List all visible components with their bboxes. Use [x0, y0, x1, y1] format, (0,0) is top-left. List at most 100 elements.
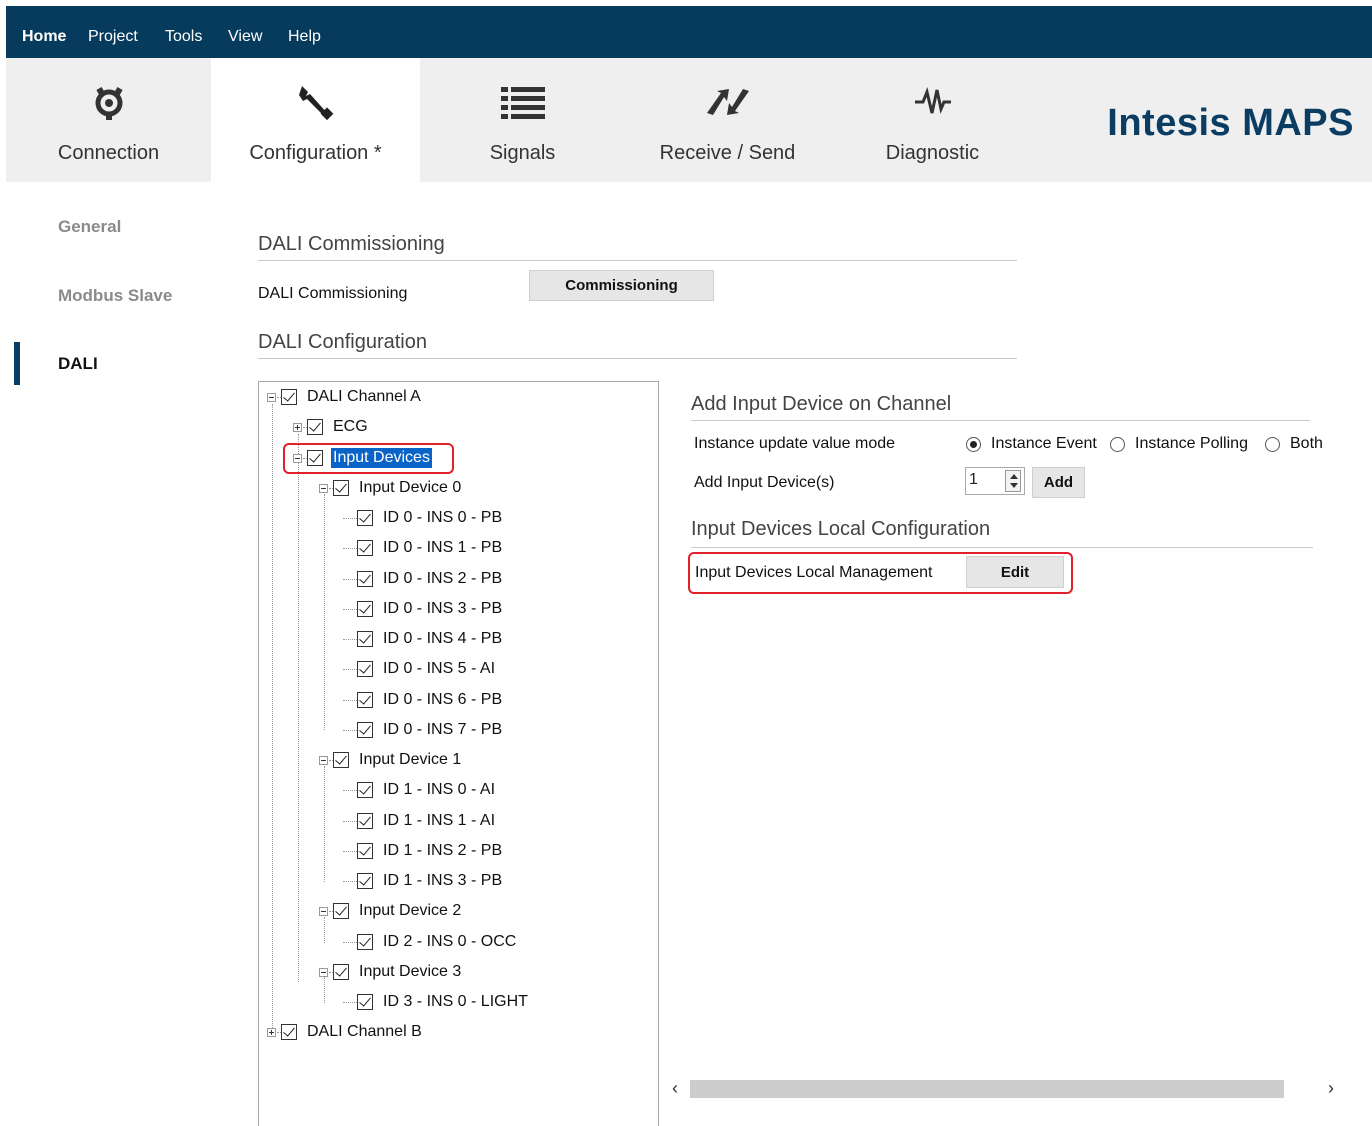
- tree-node-label: DALI Channel A: [307, 388, 421, 405]
- tree-node-instance[interactable]: ID 0 - INS 0 - PB: [357, 507, 504, 529]
- divider: [258, 260, 1017, 261]
- tree-node-label: ID 0 - INS 7 - PB: [383, 721, 503, 738]
- menu-help[interactable]: Help: [288, 28, 321, 46]
- tree-node-label: ID 2 - INS 0 - OCC: [383, 933, 517, 950]
- checkbox[interactable]: [357, 934, 373, 950]
- tree-node-label: ID 1 - INS 0 - AI: [383, 781, 496, 798]
- expand-icon[interactable]: [267, 1027, 276, 1037]
- checkbox[interactable]: [357, 510, 373, 526]
- checkbox[interactable]: [281, 1024, 297, 1040]
- checkbox[interactable]: [333, 752, 349, 768]
- collapse-icon[interactable]: [267, 392, 276, 402]
- radio-both[interactable]: Both: [1265, 435, 1323, 453]
- checkbox[interactable]: [357, 631, 373, 647]
- chevron-up-icon[interactable]: [1010, 474, 1018, 479]
- checkbox[interactable]: [307, 419, 323, 435]
- tree-node-instance[interactable]: ID 3 - INS 0 - LIGHT: [357, 991, 530, 1013]
- scroll-right-icon[interactable]: ›: [1328, 1078, 1334, 1099]
- radio-instance-polling[interactable]: Instance Polling: [1110, 435, 1248, 453]
- checkbox[interactable]: [333, 480, 349, 496]
- tab-receive-send[interactable]: Receive / Send: [625, 58, 830, 182]
- checkbox[interactable]: [281, 389, 297, 405]
- sidebar-item-dali[interactable]: DALI: [58, 354, 98, 374]
- divider: [258, 358, 1017, 359]
- sidebar-item-modbus-slave[interactable]: Modbus Slave: [58, 286, 172, 306]
- active-nav-marker: [14, 342, 20, 385]
- tree-node-instance[interactable]: ID 0 - INS 1 - PB: [357, 537, 504, 559]
- local-config-header: Input Devices Local Configuration: [691, 518, 991, 540]
- tree-node-label: ECG: [333, 418, 368, 435]
- checkbox[interactable]: [357, 661, 373, 677]
- menu-view[interactable]: View: [228, 28, 262, 46]
- tree-connector: [343, 881, 357, 882]
- tree-node-label: DALI Channel B: [307, 1023, 422, 1040]
- add-button[interactable]: Add: [1032, 467, 1085, 498]
- scroll-left-icon[interactable]: ‹: [672, 1078, 678, 1099]
- tree-node-instance[interactable]: ID 0 - INS 6 - PB: [357, 689, 504, 711]
- tree-node-instance[interactable]: ID 1 - INS 0 - AI: [357, 779, 497, 801]
- collapse-icon[interactable]: [319, 755, 328, 765]
- tree-node-instance[interactable]: ID 1 - INS 3 - PB: [357, 870, 504, 892]
- checkbox[interactable]: [357, 843, 373, 859]
- checkbox[interactable]: [333, 964, 349, 980]
- collapse-icon[interactable]: [319, 967, 328, 977]
- sidebar-item-general[interactable]: General: [58, 217, 121, 237]
- brand-logo: Intesis MAPS: [1107, 102, 1354, 144]
- tree-connector: [343, 579, 357, 580]
- checkbox[interactable]: [357, 540, 373, 556]
- checkbox[interactable]: [357, 994, 373, 1010]
- tree-connector: [343, 548, 357, 549]
- tree-node-input-device[interactable]: Input Device 0: [319, 477, 463, 499]
- menu-home[interactable]: Home: [22, 28, 66, 46]
- checkbox[interactable]: [357, 601, 373, 617]
- collapse-icon[interactable]: [319, 906, 328, 916]
- tree-node-ecg[interactable]: ECG: [293, 416, 370, 438]
- tab-diagnostic-label: Diagnostic: [885, 142, 980, 164]
- stepper-arrows[interactable]: [1005, 470, 1021, 492]
- menu-project[interactable]: Project: [88, 28, 138, 46]
- tree-connector: [343, 639, 357, 640]
- checkbox[interactable]: [357, 813, 373, 829]
- expand-icon[interactable]: [293, 422, 302, 432]
- tree-node-input-device[interactable]: Input Device 1: [319, 749, 463, 771]
- checkbox[interactable]: [357, 873, 373, 889]
- chevron-down-icon[interactable]: [1010, 483, 1018, 488]
- add-devices-label: Add Input Device(s): [694, 474, 835, 491]
- tree-node-label: ID 0 - INS 2 - PB: [383, 570, 503, 587]
- tab-connection[interactable]: Connection: [6, 58, 211, 182]
- tab-diagnostic[interactable]: Diagnostic: [830, 58, 1035, 182]
- tree-node-instance[interactable]: ID 1 - INS 1 - AI: [357, 810, 497, 832]
- list-icon: [420, 84, 625, 120]
- checkbox[interactable]: [357, 692, 373, 708]
- tree-node-instance[interactable]: ID 0 - INS 4 - PB: [357, 628, 504, 650]
- tree-node-instance[interactable]: ID 1 - INS 2 - PB: [357, 840, 504, 862]
- scrollbar-thumb[interactable]: [690, 1080, 1284, 1098]
- tree-node-input-device[interactable]: Input Device 3: [319, 961, 463, 983]
- tab-configuration[interactable]: Configuration *: [211, 58, 420, 182]
- checkbox[interactable]: [357, 782, 373, 798]
- tree-node-instance[interactable]: ID 0 - INS 7 - PB: [357, 719, 504, 741]
- tree-node-label: ID 1 - INS 2 - PB: [383, 842, 503, 859]
- tab-receive-send-label: Receive / Send: [659, 142, 796, 164]
- ribbon: Connection Configuration * Signals Recei…: [6, 58, 1372, 182]
- menu-tools[interactable]: Tools: [165, 28, 202, 46]
- tree-node-channel-b[interactable]: DALI Channel B: [267, 1021, 424, 1043]
- tree-node-input-device[interactable]: Input Device 2: [319, 900, 463, 922]
- radio-instance-event[interactable]: Instance Event: [966, 435, 1097, 453]
- tab-signals[interactable]: Signals: [420, 58, 625, 182]
- tree-node-instance[interactable]: ID 0 - INS 3 - PB: [357, 598, 504, 620]
- commissioning-button[interactable]: Commissioning: [529, 270, 714, 301]
- tree-node-instance[interactable]: ID 0 - INS 5 - AI: [357, 658, 497, 680]
- tree-connector: [324, 766, 325, 882]
- checkbox[interactable]: [333, 903, 349, 919]
- horizontal-scrollbar[interactable]: ‹ ›: [668, 1078, 1340, 1100]
- tree-node-channel-a[interactable]: DALI Channel A: [267, 386, 423, 408]
- device-count-stepper[interactable]: 1: [965, 467, 1025, 495]
- collapse-icon[interactable]: [319, 483, 328, 493]
- tree-node-label: Input Device 2: [359, 902, 462, 919]
- tree-node-instance[interactable]: ID 2 - INS 0 - OCC: [357, 931, 518, 953]
- checkbox[interactable]: [357, 722, 373, 738]
- commissioning-header: DALI Commissioning: [258, 233, 445, 255]
- tree-node-instance[interactable]: ID 0 - INS 2 - PB: [357, 568, 504, 590]
- checkbox[interactable]: [357, 571, 373, 587]
